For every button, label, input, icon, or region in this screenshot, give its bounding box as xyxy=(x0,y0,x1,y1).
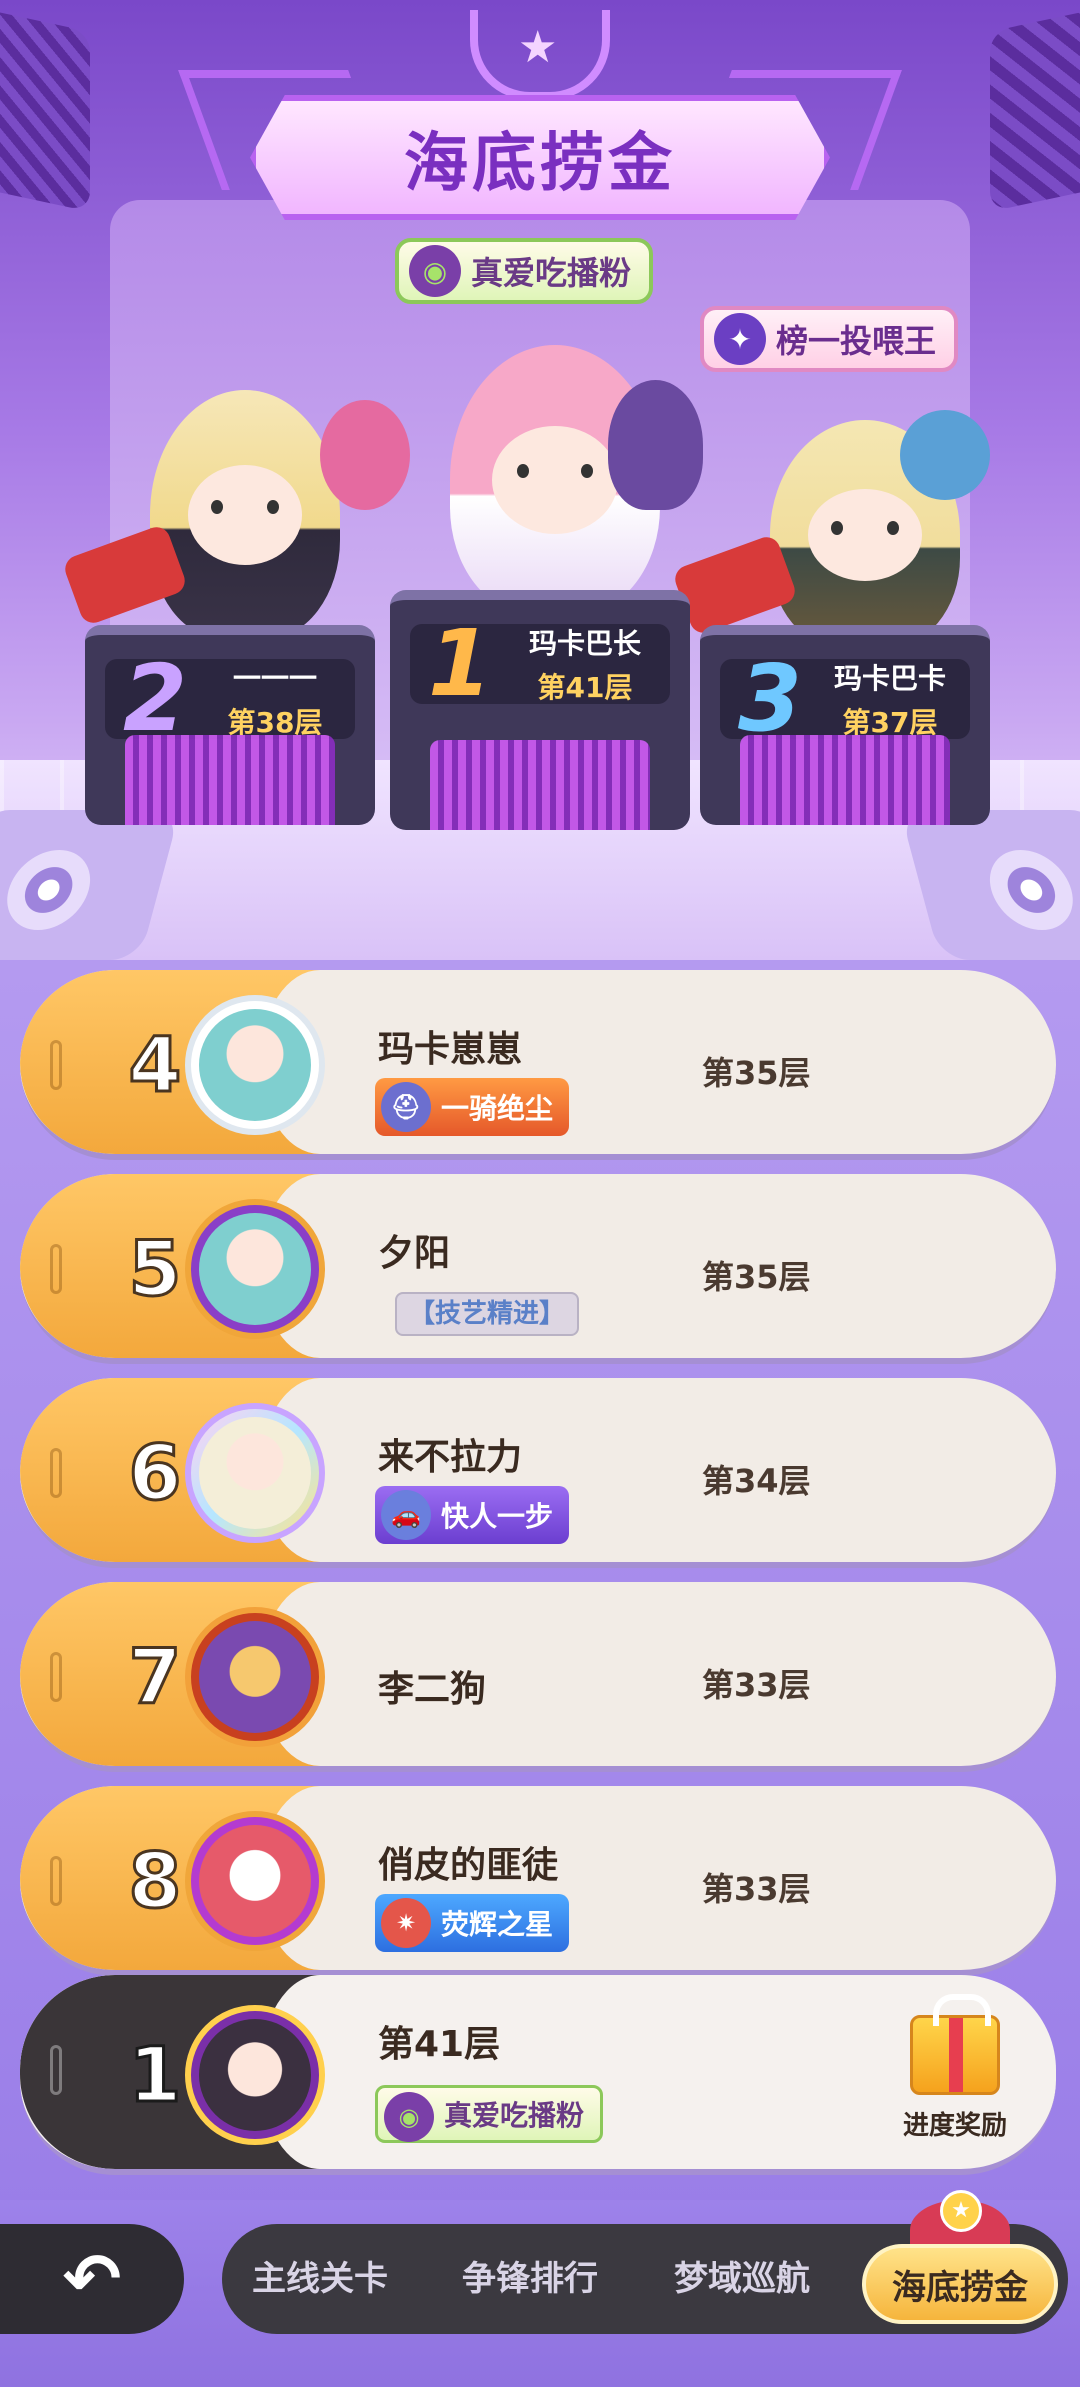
title-badge-label: 榜一投喂王 xyxy=(776,322,937,360)
my-floor: 第41层 xyxy=(378,2024,501,2065)
back-button[interactable]: ↶ xyxy=(0,2224,184,2334)
page-title: 海底捞金 xyxy=(404,126,676,201)
bottom-navigation: ↶ 主线关卡 争锋排行 梦域巡航 ★ 海底捞金 xyxy=(0,2190,1080,2387)
podium-plate: 3 玛卡巴卡 第37层 xyxy=(720,653,970,745)
title-tag[interactable]: 🚗 快人一步 xyxy=(375,1486,570,1544)
avatar[interactable] xyxy=(185,995,325,1135)
nav-tab-main-levels[interactable]: 主线关卡 xyxy=(252,2224,388,2334)
leaderboard-row-4[interactable]: 4 玛卡崽崽 ⛑ 一骑绝尘 第35层 xyxy=(20,970,1056,1160)
character-rank-2[interactable] xyxy=(150,390,340,640)
row-floor: 第35层 xyxy=(702,1054,811,1092)
speaker-left-decoration xyxy=(0,8,90,212)
my-rank-row[interactable]: 1 第41层 ◉ 真爱吃播粉 进度奖励 xyxy=(20,1975,1056,2175)
leaderboard-row-6[interactable]: 6 来不拉力 🚗 快人一步 第34层 xyxy=(20,1378,1056,1568)
monster-icon: ◉ xyxy=(409,245,461,297)
row-slot xyxy=(50,1856,62,1906)
title-tag-label: 荧辉之星 xyxy=(441,1908,554,1941)
flower-plant-decoration xyxy=(320,400,410,510)
trophy-icon: ★ xyxy=(470,10,610,100)
podium-rank-1[interactable]: 1 玛卡巴长 第41层 xyxy=(390,590,690,830)
title-tag[interactable]: 【技艺精进】 xyxy=(395,1292,580,1336)
title-tag-label: 快人一步 xyxy=(441,1500,554,1533)
row-player-name: 玛卡崽崽 xyxy=(378,1029,523,1070)
row-floor: 第33层 xyxy=(702,1666,811,1704)
row-slot xyxy=(50,1040,62,1090)
podium-rank-number: 1 xyxy=(427,610,492,717)
row-player-name: 俏皮的匪徒 xyxy=(378,1845,559,1886)
avatar[interactable] xyxy=(185,1811,325,1951)
podium-player-name: 玛卡巴卡 xyxy=(833,662,946,695)
podium-info: 玛卡巴卡 第37层 xyxy=(810,657,970,741)
my-title-tag[interactable]: ◉ 真爱吃播粉 xyxy=(375,2085,604,2143)
title-tag-label: 一骑绝尘 xyxy=(441,1092,554,1125)
row-slot xyxy=(50,1652,62,1702)
row-player-name: 夕阳 xyxy=(378,1233,451,1274)
row-player-name: 李二狗 xyxy=(378,1669,487,1710)
speaker-right-decoration xyxy=(990,8,1080,212)
podium-plate: 2 一一一 第38层 xyxy=(105,653,355,745)
leaderboard-row-8[interactable]: 8 俏皮的匪徒 ✷ 荧辉之星 第33层 xyxy=(20,1786,1056,1976)
nav-tab-sea-gold-active[interactable]: 海底捞金 xyxy=(862,2244,1058,2324)
row-slot xyxy=(50,1244,62,1294)
title-tag[interactable]: ⛑ 一骑绝尘 xyxy=(375,1078,570,1136)
monster-icon: ◉ xyxy=(384,2092,434,2142)
podium-rank-3[interactable]: 3 玛卡巴卡 第37层 xyxy=(700,625,990,825)
podium-stage: ★ 海底捞金 ◉ 真爱吃播粉 ✦ 榜一投喂王 2 一一一 第38层 1 玛卡巴长… xyxy=(0,0,1080,960)
podium-player-name: 一一一 xyxy=(232,662,317,695)
row-slot xyxy=(50,2045,62,2095)
car-icon: 🚗 xyxy=(381,1490,431,1540)
title-tag-label: 真爱吃播粉 xyxy=(444,2099,585,2132)
title-badge-top[interactable]: ◉ 真爱吃播粉 xyxy=(395,238,654,304)
back-arrow-icon: ↶ xyxy=(62,2238,122,2320)
progress-reward-button[interactable]: 进度奖励 xyxy=(880,1994,1030,2145)
nav-tab-dream-cruise[interactable]: 梦域巡航 xyxy=(674,2224,810,2334)
podium-lights xyxy=(125,735,335,825)
my-avatar[interactable] xyxy=(185,2005,325,2145)
row-floor: 第33层 xyxy=(702,1870,811,1908)
podium-rank-2[interactable]: 2 一一一 第38层 xyxy=(85,625,375,825)
row-floor: 第34层 xyxy=(702,1462,811,1500)
avatar[interactable] xyxy=(185,1403,325,1543)
leaderboard-row-7[interactable]: 7 李二狗 第33层 xyxy=(20,1582,1056,1772)
row-floor: 第35层 xyxy=(702,1258,811,1296)
podium-lights xyxy=(740,735,950,825)
avatar[interactable] xyxy=(185,1199,325,1339)
shark-pet-decoration xyxy=(900,410,990,500)
podium-floor: 第41层 xyxy=(537,671,633,704)
podium-plate: 1 玛卡巴长 第41层 xyxy=(410,618,670,710)
octopus-icon: ✦ xyxy=(714,313,766,365)
podium-lights xyxy=(430,740,650,830)
title-tag[interactable]: ✷ 荧辉之星 xyxy=(375,1894,570,1952)
progress-reward-label: 进度奖励 xyxy=(902,2111,1007,2141)
title-banner: 海底捞金 xyxy=(250,95,830,220)
avatar[interactable] xyxy=(185,1607,325,1747)
podium-rank-number: 3 xyxy=(737,645,802,752)
leaderboard-row-5[interactable]: 5 夕阳 【技艺精进】 第35层 xyxy=(20,1174,1056,1364)
row-slot xyxy=(50,1448,62,1498)
helmet-icon: ⛑ xyxy=(381,1082,431,1132)
podium-rank-number: 2 xyxy=(122,645,187,752)
title-badge-label: 真爱吃播粉 xyxy=(471,254,632,292)
gift-box-icon xyxy=(910,1994,1000,2095)
row-player-name: 来不拉力 xyxy=(378,1437,523,1478)
nav-tab-ranking[interactable]: 争锋排行 xyxy=(462,2224,598,2334)
podium-info: 玛卡巴长 第41层 xyxy=(500,622,670,706)
star-emblem-icon: ✷ xyxy=(381,1898,431,1948)
title-badge-right[interactable]: ✦ 榜一投喂王 xyxy=(700,306,959,372)
podium-player-name: 玛卡巴长 xyxy=(528,627,641,660)
plush-toy-decoration xyxy=(608,380,703,510)
podium-info: 一一一 第38层 xyxy=(195,657,355,741)
